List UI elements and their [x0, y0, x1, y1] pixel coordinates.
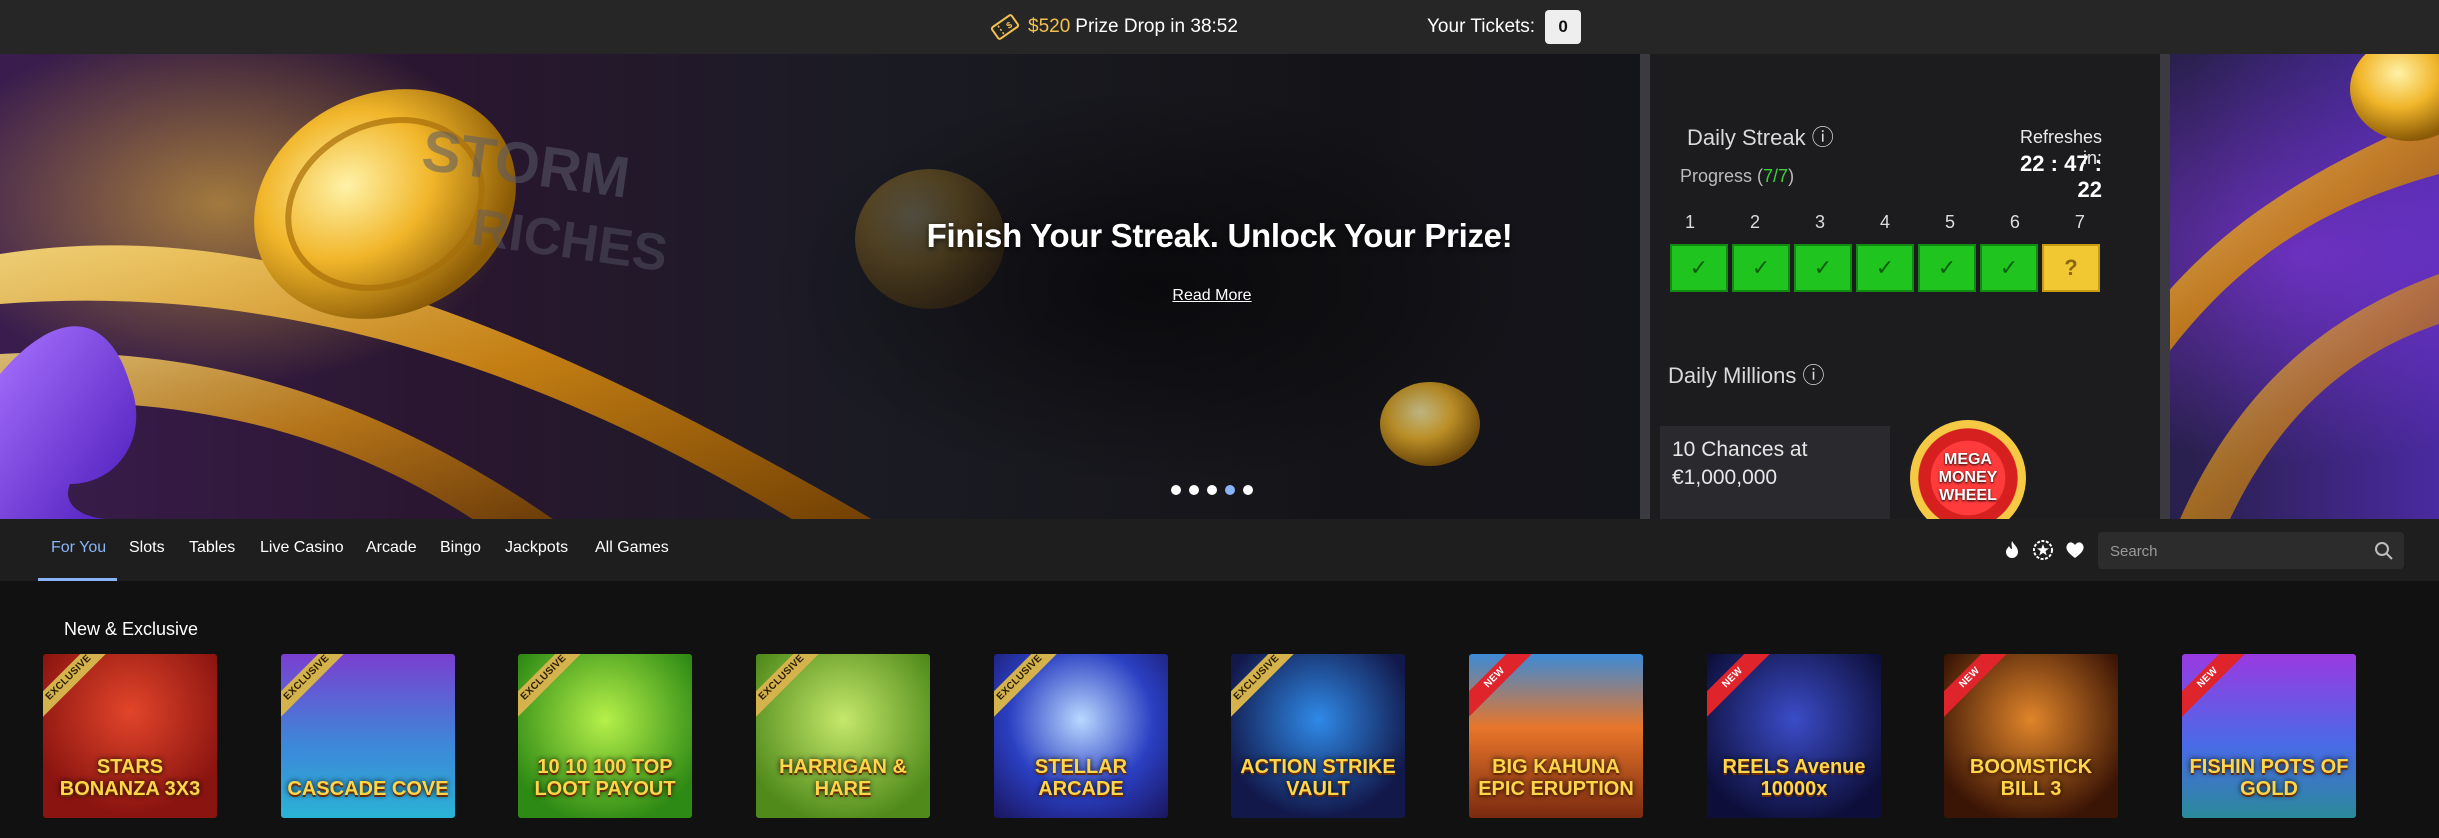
promo-bar: $ $520 Prize Drop in 38:52 Your Tickets:…: [0, 0, 2439, 54]
search-box[interactable]: [2098, 532, 2404, 571]
hero-banner[interactable]: STORM RICHES Daily Streak ⓘ Progress (7/…: [0, 54, 2439, 519]
carousel-dots: [1171, 485, 1253, 495]
prize-drop-text: Prize Drop in 38:52: [1075, 16, 1238, 37]
tab-arcade[interactable]: Arcade: [366, 539, 417, 557]
tab-bingo[interactable]: Bingo: [440, 539, 481, 557]
game-title: REELS Avenue 10000x: [1722, 756, 1866, 800]
game-tile-boomstick-bill[interactable]: NEW BOOMSTICK BILL 3: [1944, 654, 2118, 818]
tab-live-casino[interactable]: Live Casino: [260, 539, 344, 557]
tab-slots[interactable]: Slots: [129, 539, 165, 557]
phone-daily-millions: Daily Millions ⓘ: [1668, 363, 1825, 388]
tab-tables[interactable]: Tables: [189, 539, 235, 557]
read-more-link[interactable]: Read More: [1172, 287, 1252, 305]
tickets: Your Tickets: 0: [1427, 9, 1582, 45]
game-title: STARS BONANZA 3X3: [59, 756, 201, 800]
game-tile-fishin-pots-of-gold[interactable]: NEW FISHIN POTS OF GOLD: [2182, 654, 2356, 818]
game-title: 10 10 100 TOP LOOT PAYOUT: [534, 756, 676, 800]
ticket-icon: $: [990, 14, 1020, 40]
category-nav: For You Slots Tables Live Casino Arcade …: [0, 519, 2439, 581]
phone-timer: 22 : 47 : 22: [2020, 151, 2102, 202]
carousel-dot[interactable]: [1207, 485, 1217, 495]
game-tile-cascade-cove[interactable]: EXCLUSIVE CASCADE COVE: [281, 654, 455, 818]
game-title: CASCADE COVE: [287, 778, 449, 800]
game-title: HARRIGAN & HARE: [779, 756, 907, 800]
new-badge: NEW: [2182, 654, 2257, 727]
exclusive-badge: EXCLUSIVE: [281, 654, 356, 727]
tab-for-you[interactable]: For You: [51, 539, 106, 557]
game-title: STELLAR ARCADE: [1034, 756, 1128, 800]
search-icon[interactable]: [2374, 541, 2394, 561]
carousel-dot-active[interactable]: [1225, 485, 1235, 495]
game-tile-stars-bonanza[interactable]: EXCLUSIVE STARS BONANZA 3X3: [43, 654, 217, 818]
tickets-label: Your Tickets:: [1427, 16, 1536, 37]
phone-daily-streak: Daily Streak ⓘ: [1687, 125, 1834, 150]
heart-icon[interactable]: [2064, 539, 2086, 561]
tickets-count[interactable]: 0: [1545, 10, 1582, 44]
game-tile-stellar-arcade[interactable]: EXCLUSIVE STELLAR ARCADE: [994, 654, 1168, 818]
search-input[interactable]: [2108, 532, 2372, 571]
game-tile-reels-avenue[interactable]: NEW REELS Avenue 10000x: [1707, 654, 1881, 818]
game-tile-top-loot-payout[interactable]: EXCLUSIVE 10 10 100 TOP LOOT PAYOUT: [518, 654, 692, 818]
game-title: BOOMSTICK BILL 3: [1969, 756, 2093, 800]
exclusive-badge: EXCLUSIVE: [756, 654, 831, 727]
carousel-dot[interactable]: [1189, 485, 1199, 495]
game-title: FISHIN POTS OF GOLD: [2189, 756, 2349, 800]
new-badge: NEW: [1469, 654, 1544, 727]
hero-text-shade: [700, 54, 1600, 519]
carousel-dot[interactable]: [1171, 485, 1181, 495]
phone-progress: Progress (7/7): [1680, 166, 1795, 186]
active-tab-indicator: [38, 578, 117, 581]
new-badge: NEW: [1707, 654, 1782, 727]
exclusive-badge: EXCLUSIVE: [1231, 654, 1306, 727]
tab-jackpots[interactable]: Jackpots: [505, 539, 568, 557]
hero-title: Finish Your Streak. Unlock Your Prize!: [926, 217, 1513, 254]
game-title: ACTION STRIKE VAULT: [1240, 756, 1396, 800]
flame-icon[interactable]: [2001, 539, 2023, 561]
exclusive-badge: EXCLUSIVE: [518, 654, 593, 727]
phone-chances: 10 Chances at €1,000,000: [1660, 426, 1890, 519]
game-tile-harrigan-hare[interactable]: EXCLUSIVE HARRIGAN & HARE: [756, 654, 930, 818]
star-badge-icon[interactable]: [2032, 539, 2054, 561]
new-badge: NEW: [1944, 654, 2019, 727]
game-tile-big-kahuna[interactable]: NEW BIG KAHUNA EPIC ERUPTION: [1469, 654, 1643, 818]
section-title: New & Exclusive: [64, 619, 199, 639]
carousel-dot[interactable]: [1243, 485, 1253, 495]
prize-amount: $520: [1028, 16, 1071, 37]
exclusive-badge: EXCLUSIVE: [994, 654, 1069, 727]
game-tile-action-strike-vault[interactable]: EXCLUSIVE ACTION STRIKE VAULT: [1231, 654, 1405, 818]
prize-drop[interactable]: $ $520 Prize Drop in 38:52: [990, 12, 1238, 42]
tab-all-games[interactable]: All Games: [595, 539, 669, 557]
game-title: BIG KAHUNA EPIC ERUPTION: [1478, 756, 1634, 800]
exclusive-badge: EXCLUSIVE: [43, 654, 118, 727]
